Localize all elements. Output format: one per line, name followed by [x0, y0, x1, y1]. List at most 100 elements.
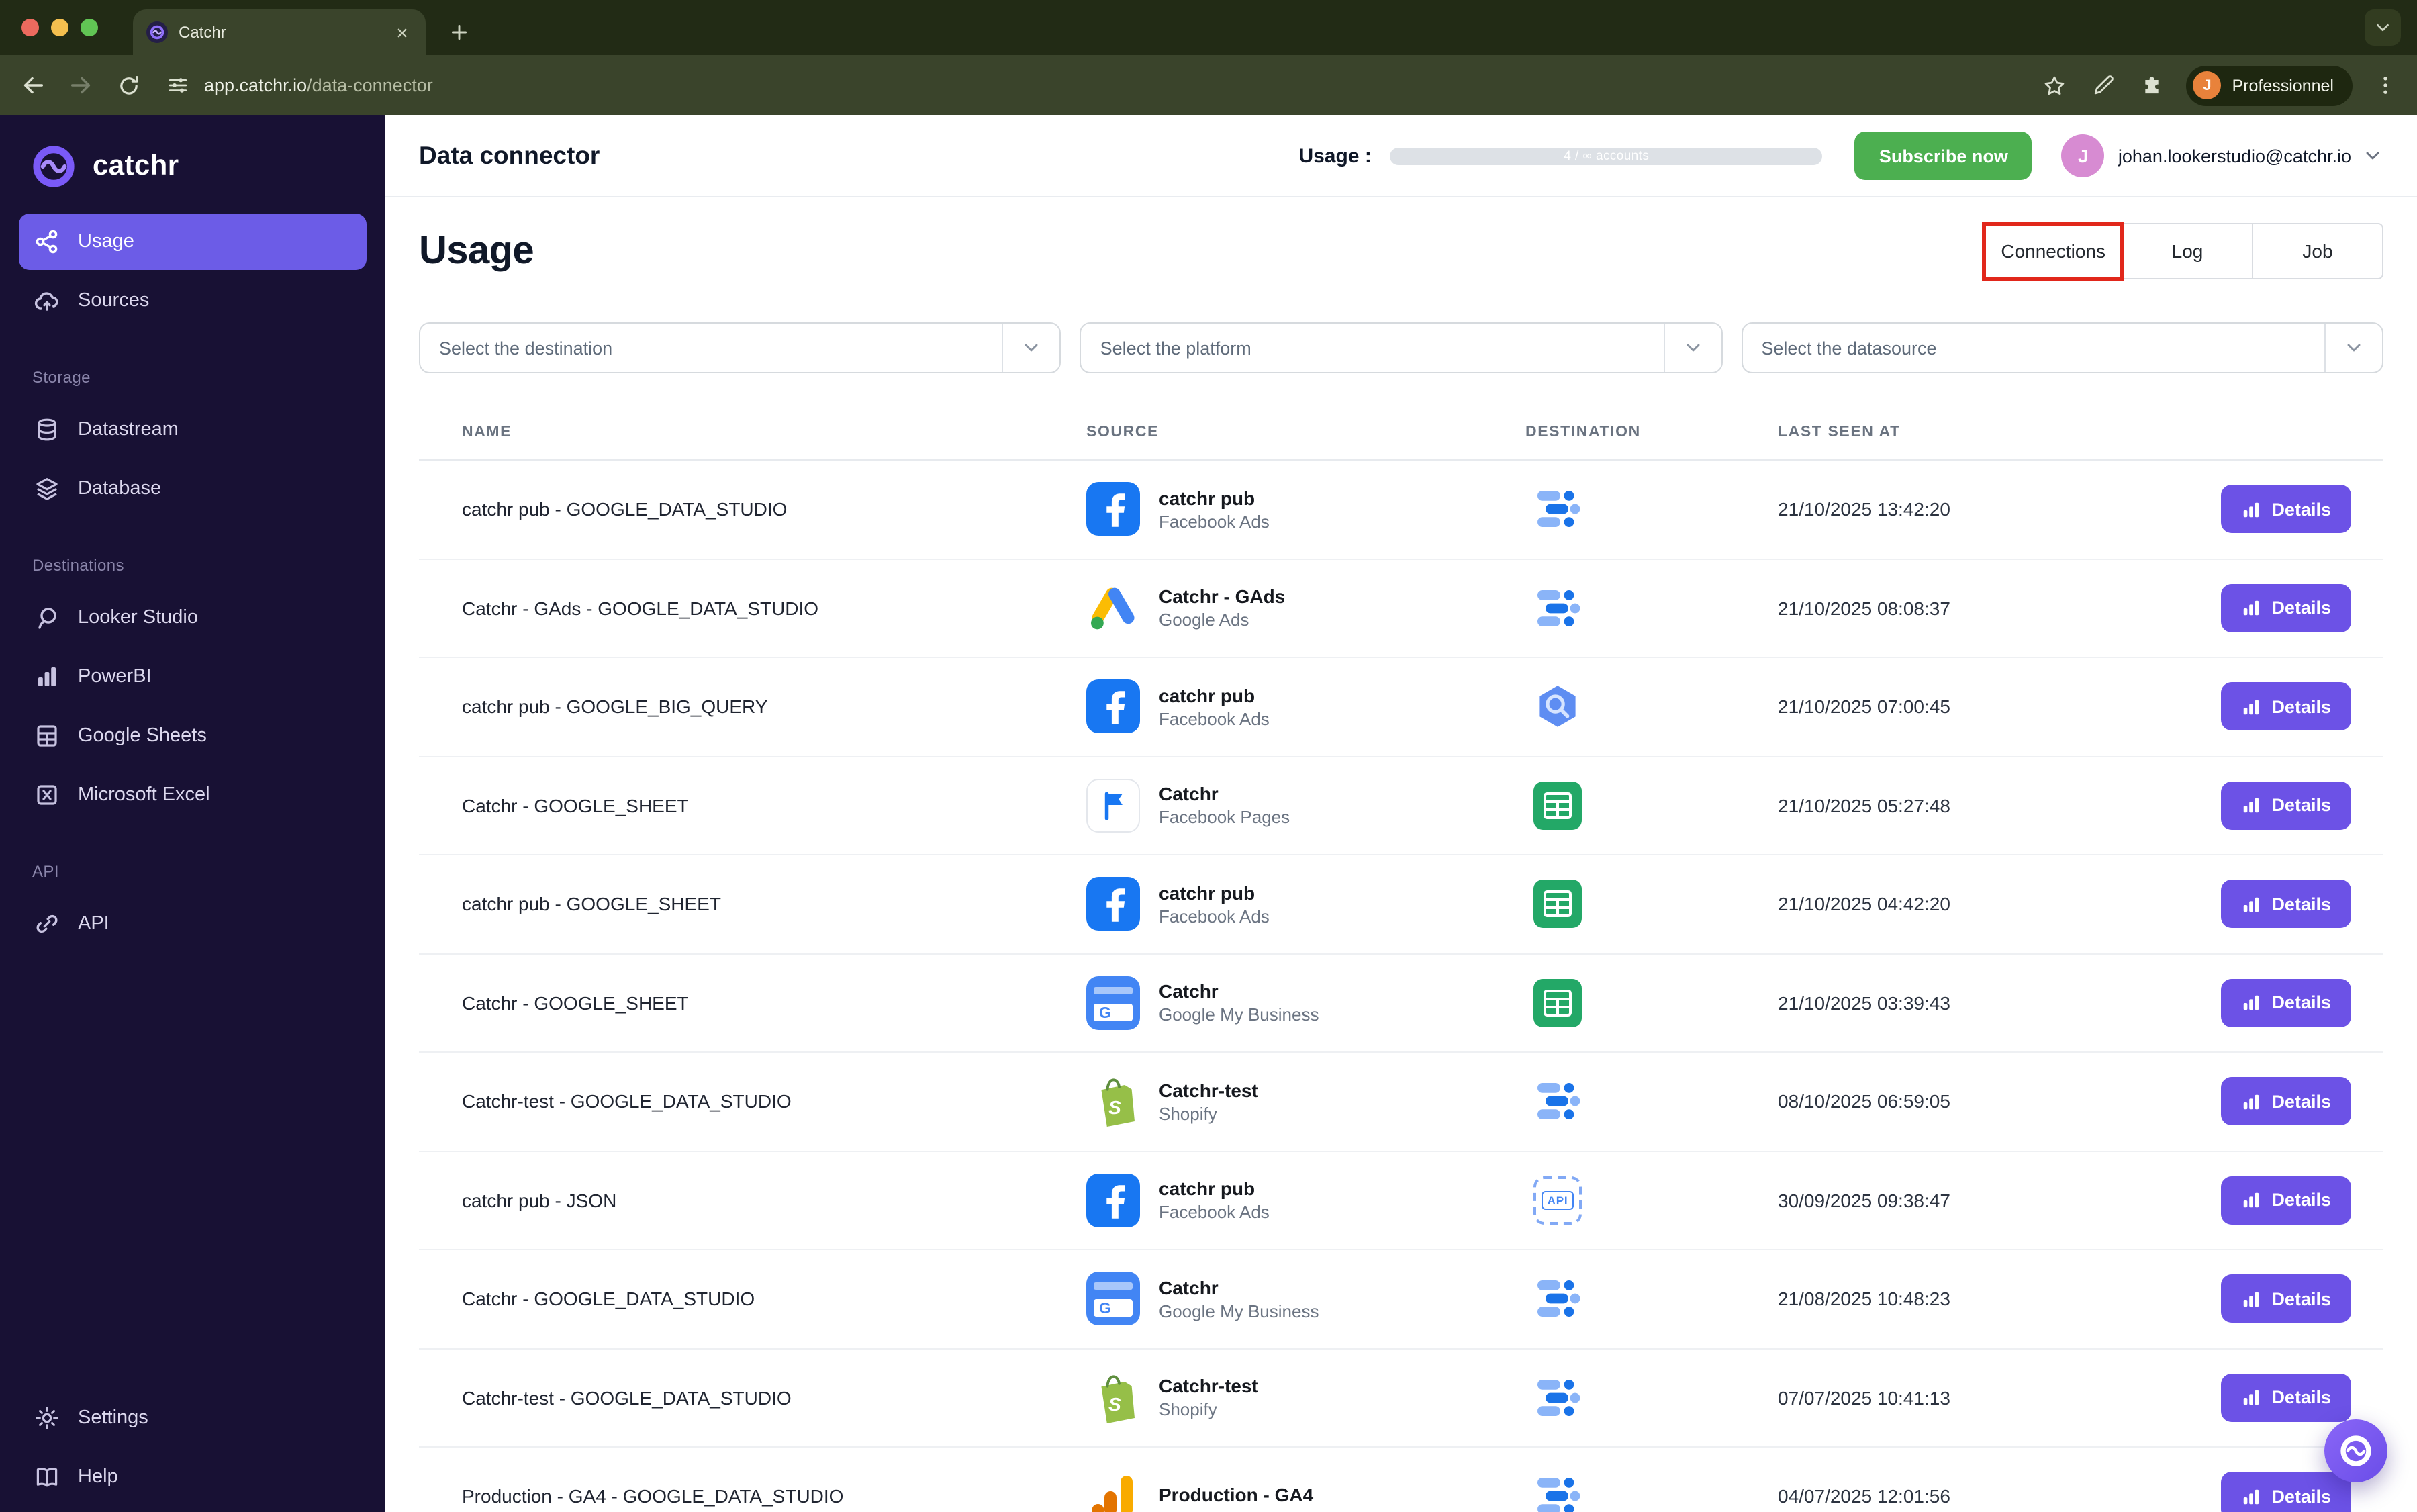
select-placeholder: Select the datasource: [1761, 338, 1937, 358]
source-platform: Facebook Ads: [1159, 708, 1270, 729]
sidebar-item-usage[interactable]: Usage: [19, 214, 367, 270]
new-tab-button[interactable]: [442, 15, 477, 50]
sidebar-item-help[interactable]: Help: [19, 1449, 367, 1505]
sidebar-item-looker-studio[interactable]: Looker Studio: [19, 589, 367, 646]
bar-chart-icon: [2240, 1388, 2261, 1408]
usage-progress-value: 4 / ∞ accounts: [1564, 148, 1650, 163]
looker-icon: [34, 604, 60, 631]
details-label: Details: [2271, 1190, 2331, 1211]
source-platform: Shopify: [1159, 1103, 1217, 1124]
table-row: Production - GA4 - GOOGLE_DATA_STUDIO Pro…: [419, 1448, 2383, 1512]
source-cell: S Catchr-test Shopify: [1086, 1075, 1525, 1129]
destination-cell: [1525, 1374, 1778, 1422]
details-button[interactable]: Details: [2220, 485, 2351, 534]
browser-profile-chip[interactable]: J Professionnel: [2186, 65, 2353, 105]
tab-log[interactable]: Log: [2122, 223, 2253, 279]
table-header: NAME SOURCE DESTINATION LAST SEEN AT: [419, 406, 2383, 461]
maximize-window-button[interactable]: [81, 19, 98, 36]
sidebar-item-settings[interactable]: Settings: [19, 1390, 367, 1446]
cylinder-icon: [34, 416, 60, 443]
account-chevron-icon[interactable]: [2362, 145, 2383, 167]
destination-cell: [1525, 1275, 1778, 1323]
minimize-window-button[interactable]: [51, 19, 68, 36]
bar-chart-icon: [2240, 1486, 2261, 1507]
sidebar-item-label: Sources: [78, 290, 150, 312]
sidebar-item-google-sheets[interactable]: Google Sheets: [19, 708, 367, 764]
browser-menu-icon[interactable]: [2371, 72, 2398, 99]
sidebar-item-label: Looker Studio: [78, 607, 198, 628]
tab-strip: Catchr: [0, 0, 2417, 55]
address-bar[interactable]: app.catchr.io/data-connector: [204, 75, 433, 95]
subscribe-now-button[interactable]: Subscribe now: [1854, 132, 2032, 180]
svg-text:G: G: [1099, 1300, 1111, 1317]
forward-icon[interactable]: [67, 72, 94, 99]
page-title: Usage: [419, 229, 534, 272]
details-button[interactable]: Details: [2220, 1472, 2351, 1512]
table-row: catchr pub - GOOGLE_SHEET catchr pub Faceb…: [419, 855, 2383, 954]
catchr-fab-button[interactable]: [2324, 1419, 2387, 1482]
sidebar: catchr Usage Sources Storage Datastream Data…: [0, 115, 385, 1512]
main-panel: Data connector Usage : 4 / ∞ accounts Su…: [385, 115, 2417, 1512]
profile-label: Professionnel: [2232, 76, 2334, 95]
details-button[interactable]: Details: [2220, 1274, 2351, 1323]
source-cell: S Catchr-test Shopify: [1086, 1371, 1525, 1425]
sidebar-item-powerbi[interactable]: PowerBI: [19, 649, 367, 705]
bookmark-star-icon[interactable]: [2042, 72, 2069, 99]
sidebar-item-label: Google Sheets: [78, 725, 207, 747]
back-icon[interactable]: [19, 72, 46, 99]
source-cell: catchr pub Facebook Ads: [1086, 679, 1525, 734]
window-controls: [0, 0, 98, 55]
account-avatar[interactable]: J: [2061, 134, 2105, 177]
details-button[interactable]: Details: [2220, 682, 2351, 731]
bars-icon: [34, 663, 60, 690]
details-button[interactable]: Details: [2220, 1373, 2351, 1422]
google-analytics-icon: [1086, 1470, 1140, 1512]
source-name: catchr pub: [1159, 882, 1255, 904]
connection-name: catchr pub - GOOGLE_SHEET: [462, 893, 721, 915]
view-tabs: Connections Log Job: [1982, 222, 2383, 281]
column-header: SOURCE: [1086, 424, 1159, 440]
source-name: catchr pub: [1159, 684, 1255, 706]
details-button[interactable]: Details: [2220, 781, 2351, 830]
browser-tab[interactable]: Catchr: [133, 9, 426, 55]
details-button[interactable]: Details: [2220, 880, 2351, 929]
sidebar-item-database[interactable]: Database: [19, 461, 367, 517]
details-button[interactable]: Details: [2220, 1176, 2351, 1225]
catchr-logo-icon: [2338, 1433, 2374, 1469]
details-button[interactable]: Details: [2220, 583, 2351, 632]
extensions-puzzle-icon[interactable]: [2138, 72, 2165, 99]
details-button[interactable]: Details: [2220, 1077, 2351, 1126]
destination-cell: [1525, 1472, 1778, 1512]
chevron-down-icon: [2326, 337, 2382, 359]
reload-icon[interactable]: [115, 72, 142, 99]
source-platform: Google Ads: [1159, 610, 1249, 630]
tab-connections[interactable]: Connections: [1982, 222, 2124, 281]
destination-cell: [1525, 584, 1778, 632]
connection-name: Catchr - GOOGLE_SHEET: [462, 794, 689, 816]
close-window-button[interactable]: [21, 19, 39, 36]
bar-chart-icon: [2240, 796, 2261, 816]
grid-icon: [34, 722, 60, 749]
usage-label: Usage :: [1298, 144, 1372, 167]
column-header: LAST SEEN AT: [1778, 424, 1901, 440]
sidebar-item-api[interactable]: API: [19, 896, 367, 952]
last-seen-at: 04/07/2025 12:01:56: [1778, 1485, 1950, 1507]
tab-close-icon[interactable]: [391, 21, 412, 43]
filter-select-2[interactable]: Select the datasource: [1741, 322, 2383, 373]
pen-extension-icon[interactable]: [2090, 72, 2117, 99]
filter-select-0[interactable]: Select the destination: [419, 322, 1061, 373]
last-seen-at: 21/10/2025 03:39:43: [1778, 992, 1950, 1014]
site-info-icon[interactable]: [164, 72, 191, 99]
tab-list-chevron-icon[interactable]: [2365, 9, 2401, 46]
topbar: Data connector Usage : 4 / ∞ accounts Su…: [385, 115, 2417, 197]
sidebar-item-microsoft-excel[interactable]: Microsoft Excel: [19, 767, 367, 823]
details-button[interactable]: Details: [2220, 978, 2351, 1027]
tab-job[interactable]: Job: [2252, 223, 2383, 279]
url-host: app.catchr.io: [204, 75, 307, 95]
connection-name: Production - GA4 - GOOGLE_DATA_STUDIO: [462, 1485, 844, 1507]
sidebar-item-datastream[interactable]: Datastream: [19, 401, 367, 458]
share-icon: [34, 228, 60, 255]
filter-select-1[interactable]: Select the platform: [1080, 322, 1723, 373]
sidebar-item-label: Microsoft Excel: [78, 784, 210, 806]
sidebar-item-sources[interactable]: Sources: [19, 273, 367, 329]
